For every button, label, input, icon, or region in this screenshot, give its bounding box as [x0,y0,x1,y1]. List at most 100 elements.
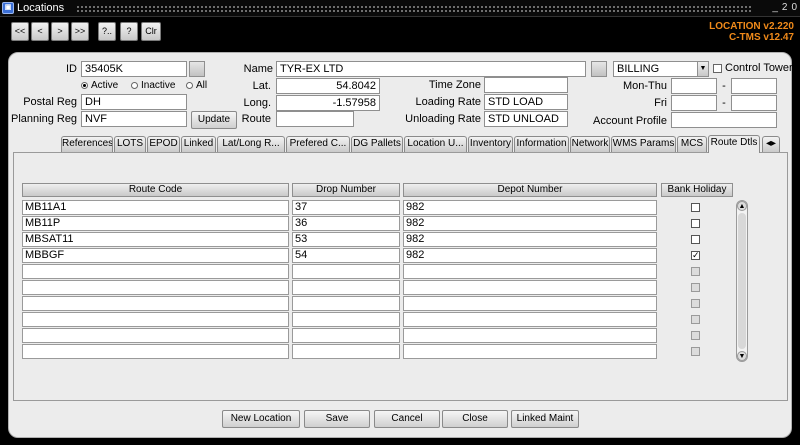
depot-number-cell[interactable]: 982 [403,248,657,263]
id-field[interactable]: 35405K [81,61,187,77]
depot-number-cell[interactable] [403,312,657,327]
route-code-cell[interactable] [22,312,289,327]
account-profile-field[interactable] [671,112,777,128]
last-record-button[interactable]: >> [71,22,89,41]
drop-number-cell[interactable] [292,280,400,295]
tab-inventory[interactable]: Inventory [468,136,513,152]
status-active-radio[interactable]: Active [81,80,118,91]
bank-holiday-header: Bank Holiday [661,183,733,197]
time-zone-field[interactable] [484,77,568,93]
route-field[interactable] [276,111,354,127]
tab-epod[interactable]: EPOD [147,136,180,152]
close-icon[interactable]: 0 [791,2,797,13]
bank-holiday-checkbox [691,267,700,276]
route-label: Route [241,113,271,125]
mon-thu-to-field[interactable] [731,78,777,94]
drop-number-cell[interactable] [292,296,400,311]
drop-number-cell[interactable] [292,312,400,327]
planning-reg-field[interactable]: NVF [81,111,187,127]
query-button[interactable]: ?.. [98,22,116,41]
bank-holiday-checkbox[interactable] [691,235,700,244]
depot-number-cell[interactable] [403,328,657,343]
route-code-cell[interactable] [22,280,289,295]
depot-number-cell[interactable] [403,264,657,279]
tab-linked[interactable]: Linked [181,136,216,152]
name-field[interactable]: TYR-EX LTD [276,61,586,77]
drop-number-cell[interactable] [292,328,400,343]
cancel-button[interactable]: Cancel [374,410,440,428]
tab-references[interactable]: References [61,136,113,152]
postal-reg-field[interactable]: DH [81,94,187,110]
id-lookup-button[interactable] [189,61,205,77]
drop-number-cell[interactable] [292,264,400,279]
route-code-cell[interactable] [22,296,289,311]
scroll-thumb[interactable] [738,213,746,349]
close-button[interactable]: Close [442,410,508,428]
tab-prefered-c[interactable]: Prefered C... [286,136,350,152]
tab-scroll-arrows-icon[interactable]: ◂▸ [762,136,780,152]
fri-from-field[interactable] [671,95,717,111]
tab-lat-long-r[interactable]: Lat/Long R... [217,136,285,152]
tab-location-u[interactable]: Location U... [404,136,467,152]
tab-lots[interactable]: LOTS [114,136,146,152]
depot-number-cell[interactable]: 982 [403,232,657,247]
fri-to-field[interactable] [731,95,777,111]
first-record-button[interactable]: << [11,22,29,41]
tab-network[interactable]: Network [570,136,610,152]
route-code-cell[interactable] [22,344,289,359]
depot-number-cell[interactable] [403,344,657,359]
long-field[interactable]: -1.57958 [276,95,380,111]
lat-field[interactable]: 54.8042 [276,78,380,94]
depot-number-cell[interactable]: 982 [403,216,657,231]
title-grip[interactable] [76,5,752,12]
name-lookup-button[interactable] [591,61,607,77]
drop-number-cell[interactable]: 54 [292,248,400,263]
location-form: ID 35405K Active Inactive All Postal Reg… [8,52,793,438]
route-code-cell[interactable]: MB11A1 [22,200,289,215]
control-tower-checkbox[interactable] [713,64,722,73]
prev-record-button[interactable]: < [31,22,49,41]
tab-dg-pallets[interactable]: DG Pallets [351,136,403,152]
toolbar: << < > >> ?.. ? Clr LOCATION v2.220 C-TM… [0,18,800,46]
depot-number-cell[interactable] [403,296,657,311]
scroll-down-icon[interactable]: ▼ [737,351,747,361]
depot-number-header: Depot Number [403,183,657,197]
loading-rate-field[interactable]: STD LOAD [484,94,568,110]
save-button[interactable]: Save [304,410,370,428]
tab-wms-params[interactable]: WMS Params [611,136,676,152]
clear-button[interactable]: Clr [141,22,161,41]
route-code-cell[interactable]: MBBGF [22,248,289,263]
bank-holiday-checkbox[interactable] [691,203,700,212]
version-info: LOCATION v2.220 C-TMS v12.47 [709,21,794,43]
linked-maint-button[interactable]: Linked Maint [511,410,579,428]
help-button[interactable]: ? [120,22,138,41]
chevron-down-icon[interactable]: ▼ [697,62,708,76]
tab-mcs[interactable]: MCS [677,136,707,152]
minimize-icon[interactable]: _ [772,2,778,13]
bank-holiday-checkbox[interactable] [691,219,700,228]
time-zone-label: Time Zone [428,79,481,91]
route-code-cell[interactable] [22,264,289,279]
unloading-rate-field[interactable]: STD UNLOAD [484,111,568,127]
new-location-button[interactable]: New Location [222,410,300,428]
drop-number-cell[interactable]: 36 [292,216,400,231]
drop-number-cell[interactable]: 37 [292,200,400,215]
status-inactive-radio[interactable]: Inactive [131,80,175,91]
route-code-cell[interactable]: MBSAT11 [22,232,289,247]
next-record-button[interactable]: > [51,22,69,41]
drop-number-cell[interactable] [292,344,400,359]
scroll-up-icon[interactable]: ▲ [737,201,747,211]
mon-thu-from-field[interactable] [671,78,717,94]
drop-number-cell[interactable]: 53 [292,232,400,247]
route-code-cell[interactable]: MB11P [22,216,289,231]
bank-holiday-checkbox[interactable]: ✓ [691,251,700,260]
tab-information[interactable]: Information [514,136,569,152]
route-code-cell[interactable] [22,328,289,343]
tab-route-dtls[interactable]: Route Dtls [708,135,760,153]
depot-number-cell[interactable] [403,280,657,295]
route-table-scrollbar[interactable]: ▲ ▼ [736,200,748,362]
billing-select[interactable]: BILLING ▼ [613,61,709,77]
depot-number-cell[interactable]: 982 [403,200,657,215]
status-all-radio[interactable]: All [186,80,207,91]
restore-icon[interactable]: 2 [782,2,788,13]
